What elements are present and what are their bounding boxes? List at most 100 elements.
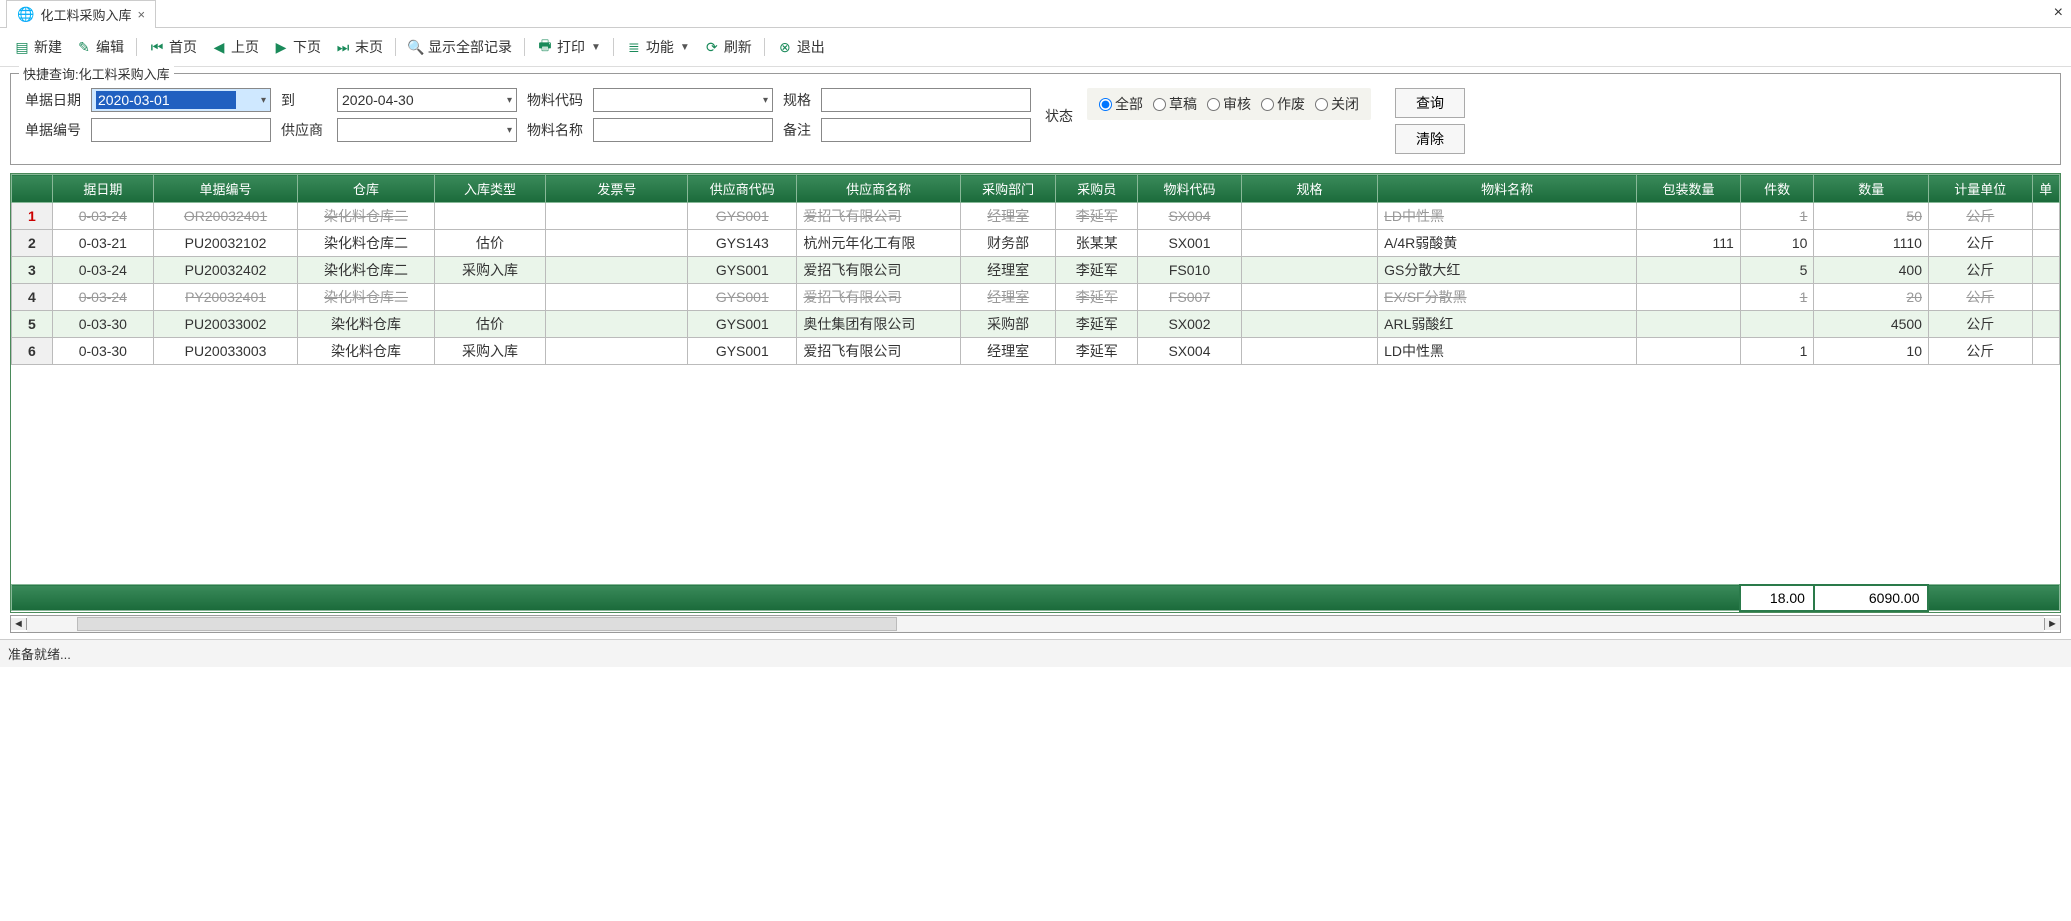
clear-button[interactable]: 清除 — [1395, 124, 1465, 154]
grid-cell[interactable]: 杭州元年化工有限 — [797, 230, 961, 257]
last-page-button[interactable]: ⏭末页 — [329, 34, 389, 60]
grid-cell[interactable]: 1 — [1740, 338, 1814, 365]
grid-cell[interactable]: 采购入库 — [434, 257, 546, 284]
grid-cell[interactable]: 染化料仓库二 — [298, 203, 434, 230]
grid-cell[interactable]: 染化料仓库 — [298, 311, 434, 338]
grid-cell[interactable]: 公斤 — [1928, 311, 2032, 338]
grid-cell[interactable] — [546, 203, 688, 230]
row-number[interactable]: 6 — [12, 338, 53, 365]
date-from-value[interactable] — [96, 91, 236, 109]
grid-cell[interactable]: 爱招飞有限公司 — [797, 257, 961, 284]
next-page-button[interactable]: ▶下页 — [267, 34, 327, 60]
grid-cell[interactable]: 李延军 — [1056, 311, 1138, 338]
grid-cell[interactable]: 5 — [1740, 257, 1814, 284]
grid-cell[interactable]: 1 — [1740, 203, 1814, 230]
grid-cell[interactable]: GYS001 — [688, 203, 797, 230]
table-row[interactable]: 40-03-24PY20032401染化料仓库二GYS001爱招飞有限公司经理室… — [12, 284, 2060, 311]
grid-cell[interactable]: PU20033003 — [153, 338, 298, 365]
grid-cell[interactable] — [434, 203, 546, 230]
mat-code-input[interactable]: ▾ — [593, 88, 773, 112]
remark-input[interactable] — [821, 118, 1031, 142]
grid-cell[interactable] — [546, 311, 688, 338]
grid-cell[interactable]: 0-03-30 — [52, 338, 153, 365]
grid-cell[interactable]: EX/SF分散黑 — [1378, 284, 1637, 311]
grid-cell[interactable]: 爱招飞有限公司 — [797, 284, 961, 311]
grid-cell[interactable]: SX004 — [1138, 338, 1242, 365]
tab-active[interactable]: 🌐 化工料采购入库 × — [6, 0, 156, 28]
table-row[interactable]: 10-03-24OR20032401染化料仓库二GYS001爱招飞有限公司经理室… — [12, 203, 2060, 230]
grid-cell[interactable] — [1241, 230, 1377, 257]
grid-cell[interactable]: 估价 — [434, 230, 546, 257]
grid-cell[interactable] — [546, 284, 688, 311]
grid-cell[interactable]: 0-03-30 — [52, 311, 153, 338]
grid-cell[interactable]: 李延军 — [1056, 203, 1138, 230]
grid-cell[interactable]: SX004 — [1138, 203, 1242, 230]
grid-cell[interactable] — [546, 257, 688, 284]
scroll-track[interactable] — [27, 616, 2044, 632]
window-close-icon[interactable]: × — [2054, 4, 2063, 22]
grid-cell[interactable] — [1637, 257, 1741, 284]
grid-cell[interactable]: GS分散大红 — [1378, 257, 1637, 284]
grid-header-cell[interactable]: 包装数量 — [1637, 175, 1741, 203]
row-number[interactable]: 3 — [12, 257, 53, 284]
grid-cell[interactable]: 李延军 — [1056, 338, 1138, 365]
grid-cell[interactable]: 财务部 — [960, 230, 1055, 257]
table-row[interactable]: 30-03-24PU20032402染化料仓库二采购入库GYS001爱招飞有限公… — [12, 257, 2060, 284]
grid-header-cell[interactable]: 据日期 — [52, 175, 153, 203]
grid-cell[interactable]: 50 — [1814, 203, 1929, 230]
grid-cell[interactable]: 张某某 — [1056, 230, 1138, 257]
tab-close-icon[interactable]: × — [137, 7, 145, 22]
grid-cell[interactable] — [1637, 284, 1741, 311]
grid-cell[interactable]: GYS143 — [688, 230, 797, 257]
grid-cell[interactable]: PU20033002 — [153, 311, 298, 338]
grid-cell[interactable] — [1241, 311, 1377, 338]
mat-name-input[interactable] — [593, 118, 773, 142]
grid-cell[interactable]: 李延军 — [1056, 284, 1138, 311]
grid-header-cell[interactable]: 采购部门 — [960, 175, 1055, 203]
scroll-left-icon[interactable]: ◄ — [11, 618, 27, 630]
row-number[interactable]: 5 — [12, 311, 53, 338]
grid-cell[interactable] — [1740, 311, 1814, 338]
print-button[interactable]: 🖶打印▼ — [531, 34, 607, 60]
grid-cell[interactable]: 0-03-21 — [52, 230, 153, 257]
grid-cell[interactable]: ARL弱酸红 — [1378, 311, 1637, 338]
grid-header-cell[interactable]: 仓库 — [298, 175, 434, 203]
prev-page-button[interactable]: ◀上页 — [205, 34, 265, 60]
grid-cell[interactable]: 经理室 — [960, 284, 1055, 311]
grid-cell[interactable]: 1110 — [1814, 230, 1929, 257]
radio-audit[interactable]: 审核 — [1207, 94, 1251, 114]
grid-cell[interactable]: LD中性黑 — [1378, 203, 1637, 230]
grid-cell[interactable] — [1241, 257, 1377, 284]
grid-cell[interactable]: 公斤 — [1928, 230, 2032, 257]
grid-header-cell[interactable]: 供应商名称 — [797, 175, 961, 203]
grid-cell[interactable]: 染化料仓库二 — [298, 284, 434, 311]
grid-cell[interactable]: PU20032102 — [153, 230, 298, 257]
grid-cell[interactable]: 公斤 — [1928, 203, 2032, 230]
grid-cell[interactable]: SX001 — [1138, 230, 1242, 257]
grid-header-cell[interactable]: 数量 — [1814, 175, 1929, 203]
grid-header-cell[interactable]: 规格 — [1241, 175, 1377, 203]
grid-cell[interactable]: GYS001 — [688, 338, 797, 365]
grid-cell[interactable]: 0-03-24 — [52, 284, 153, 311]
grid-header-cell[interactable]: 发票号 — [546, 175, 688, 203]
grid-cell[interactable] — [1637, 203, 1741, 230]
grid-cell[interactable]: 400 — [1814, 257, 1929, 284]
grid-header-cell[interactable]: 计量单位 — [1928, 175, 2032, 203]
grid-table[interactable]: 据日期单据编号仓库入库类型发票号供应商代码供应商名称采购部门采购员物料代码规格物… — [11, 174, 2060, 612]
horizontal-scrollbar[interactable]: ◄ ► — [10, 615, 2061, 633]
grid-cell[interactable]: 爱招飞有限公司 — [797, 203, 961, 230]
grid-cell[interactable]: 公斤 — [1928, 257, 2032, 284]
query-button[interactable]: 查询 — [1395, 88, 1465, 118]
grid-cell[interactable]: 采购入库 — [434, 338, 546, 365]
show-all-button[interactable]: 🔍显示全部记录 — [402, 34, 518, 60]
grid-cell[interactable]: 经理室 — [960, 338, 1055, 365]
radio-close[interactable]: 关闭 — [1315, 94, 1359, 114]
grid-cell[interactable]: 李延军 — [1056, 257, 1138, 284]
grid-header-cell[interactable]: 单 — [2032, 175, 2059, 203]
table-row[interactable]: 60-03-30PU20033003染化料仓库采购入库GYS001爱招飞有限公司… — [12, 338, 2060, 365]
radio-draft[interactable]: 草稿 — [1153, 94, 1197, 114]
grid-cell[interactable]: 公斤 — [1928, 338, 2032, 365]
doc-no-input[interactable] — [91, 118, 271, 142]
radio-all[interactable]: 全部 — [1099, 94, 1143, 114]
grid-cell[interactable]: GYS001 — [688, 257, 797, 284]
